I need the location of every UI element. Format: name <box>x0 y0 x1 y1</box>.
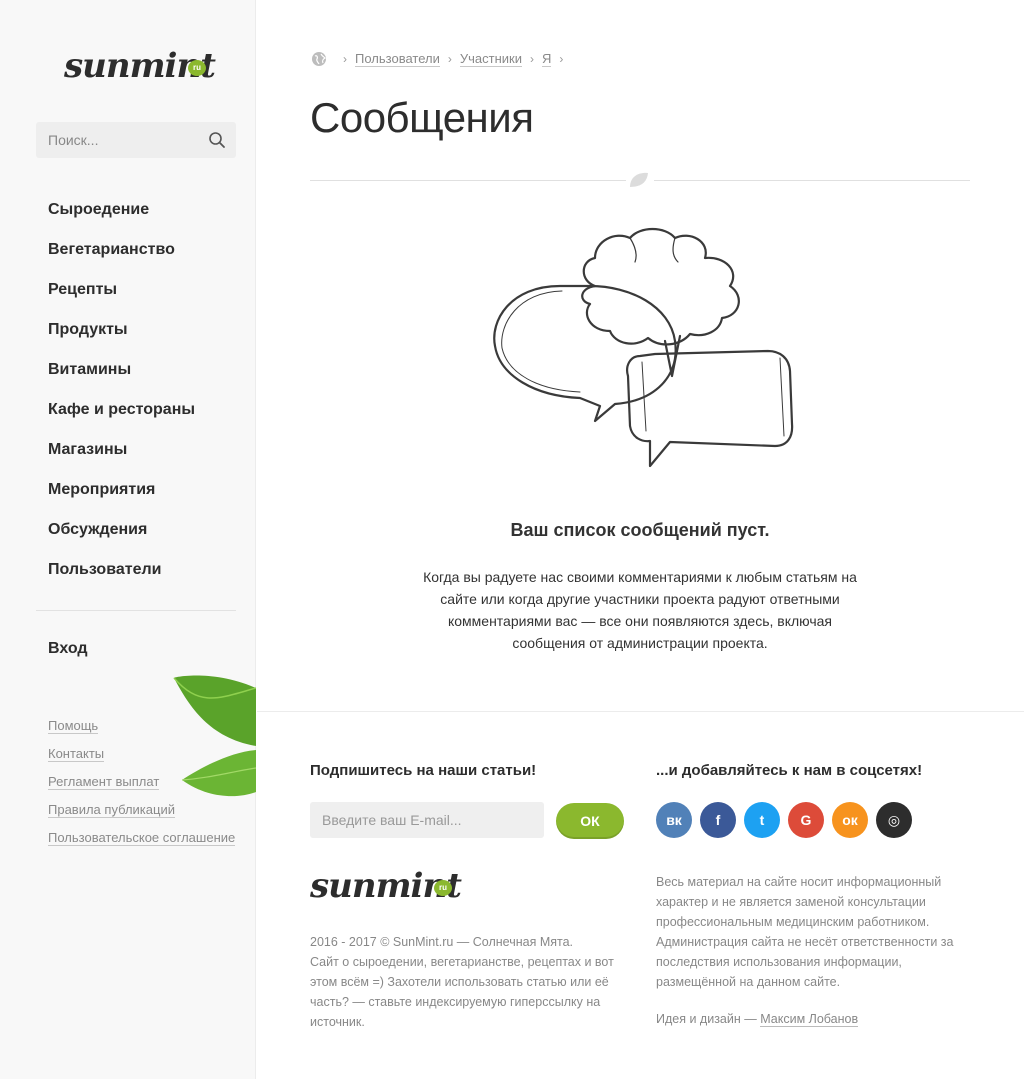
site-logo[interactable]: sunmint ru <box>64 40 216 92</box>
disclaimer: Весь материал на сайте носит информацион… <box>656 875 954 989</box>
copyright-line: 2016 - 2017 © SunMint.ru — Солнечная Мят… <box>310 935 574 949</box>
copyright: 2016 - 2017 © SunMint.ru — Солнечная Мят… <box>310 932 620 1032</box>
site-footer: Подпишитесь на наши статьи! ОК sunmint r… <box>257 711 1024 1079</box>
empty-state-text: Когда вы радуете нас своими комментариям… <box>423 569 857 651</box>
social-title: ...и добавляйтесь к нам в соцсетях! <box>656 762 923 779</box>
leaf-icon <box>630 172 648 187</box>
logo-badge: ru <box>188 60 206 76</box>
globe-icon[interactable] <box>311 51 327 67</box>
login-link[interactable]: Вход <box>48 640 88 658</box>
sidebar-footer-links: Помощь Контакты Регламент выплат Правила… <box>48 718 236 858</box>
breadcrumb-me[interactable]: Я <box>541 51 552 67</box>
speech-bubbles-illustration <box>493 227 794 468</box>
credits: Идея и дизайн — Максим Лобанов <box>656 1012 859 1027</box>
subscribe-button[interactable]: ОК <box>556 803 624 839</box>
search-input[interactable] <box>36 122 206 158</box>
sidebar: sunmint ru Сыроедение Вегетарианство Рец… <box>0 0 256 1079</box>
nav-item-products[interactable]: Продукты <box>48 320 195 360</box>
link-publication-rules[interactable]: Правила публикаций <box>48 802 175 818</box>
nav-item-discussions[interactable]: Обсуждения <box>48 520 195 560</box>
twitter-icon[interactable]: t <box>744 802 780 838</box>
author-link[interactable]: Максим Лобанов <box>760 1012 859 1027</box>
nav-item-users[interactable]: Пользователи <box>48 560 195 600</box>
link-help[interactable]: Помощь <box>48 718 99 734</box>
nav-divider <box>36 610 236 611</box>
breadcrumb-users[interactable]: Пользователи <box>355 51 440 67</box>
search-box <box>36 122 236 158</box>
instagram-icon[interactable]: ◎ <box>876 802 912 838</box>
search-icon[interactable] <box>208 131 226 149</box>
page-title: Сообщения <box>310 94 534 141</box>
breadcrumb-members[interactable]: Участники <box>459 51 522 67</box>
nav-item-vitamins[interactable]: Витамины <box>48 360 195 400</box>
nav-item-cafes[interactable]: Кафе и рестораны <box>48 400 195 440</box>
logo-badge: ru <box>434 880 452 896</box>
nav-item-events[interactable]: Мероприятия <box>48 480 195 520</box>
nav-item-recipes[interactable]: Рецепты <box>48 280 195 320</box>
footer-logo[interactable]: sunmint ru <box>310 860 462 912</box>
nav-item-raw-food[interactable]: Сыроедение <box>48 200 195 240</box>
odnoklassniki-icon[interactable]: ок <box>832 802 868 838</box>
chevron-right-icon: › <box>559 52 564 66</box>
chevron-right-icon: › <box>529 52 534 66</box>
vk-icon[interactable]: вк <box>656 802 692 838</box>
site-description: Сайт о сыроедении, вегетарианстве, рецеп… <box>310 955 614 1029</box>
chevron-right-icon: › <box>447 52 452 66</box>
main-nav: Сыроедение Вегетарианство Рецепты Продук… <box>48 200 195 600</box>
chevron-right-icon: › <box>343 52 347 66</box>
google-icon[interactable]: G <box>788 802 824 838</box>
title-divider <box>310 172 970 187</box>
empty-state-title: Ваш список сообщений пуст. <box>510 520 770 540</box>
nav-item-shops[interactable]: Магазины <box>48 440 195 480</box>
nav-item-vegetarianism[interactable]: Вегетарианство <box>48 240 195 280</box>
credits-prefix: Идея и дизайн — <box>656 1012 761 1026</box>
breadcrumb: › Пользователи › Участники › Я › <box>311 51 571 67</box>
social-links: вк f t G ок ◎ <box>656 802 920 838</box>
email-field[interactable] <box>310 802 544 838</box>
link-contacts[interactable]: Контакты <box>48 746 105 762</box>
subscribe-title: Подпишитесь на наши статьи! <box>310 762 537 779</box>
facebook-icon[interactable]: f <box>700 802 736 838</box>
link-user-agreement[interactable]: Пользовательское соглашение <box>48 830 236 846</box>
link-payouts[interactable]: Регламент выплат <box>48 774 160 790</box>
